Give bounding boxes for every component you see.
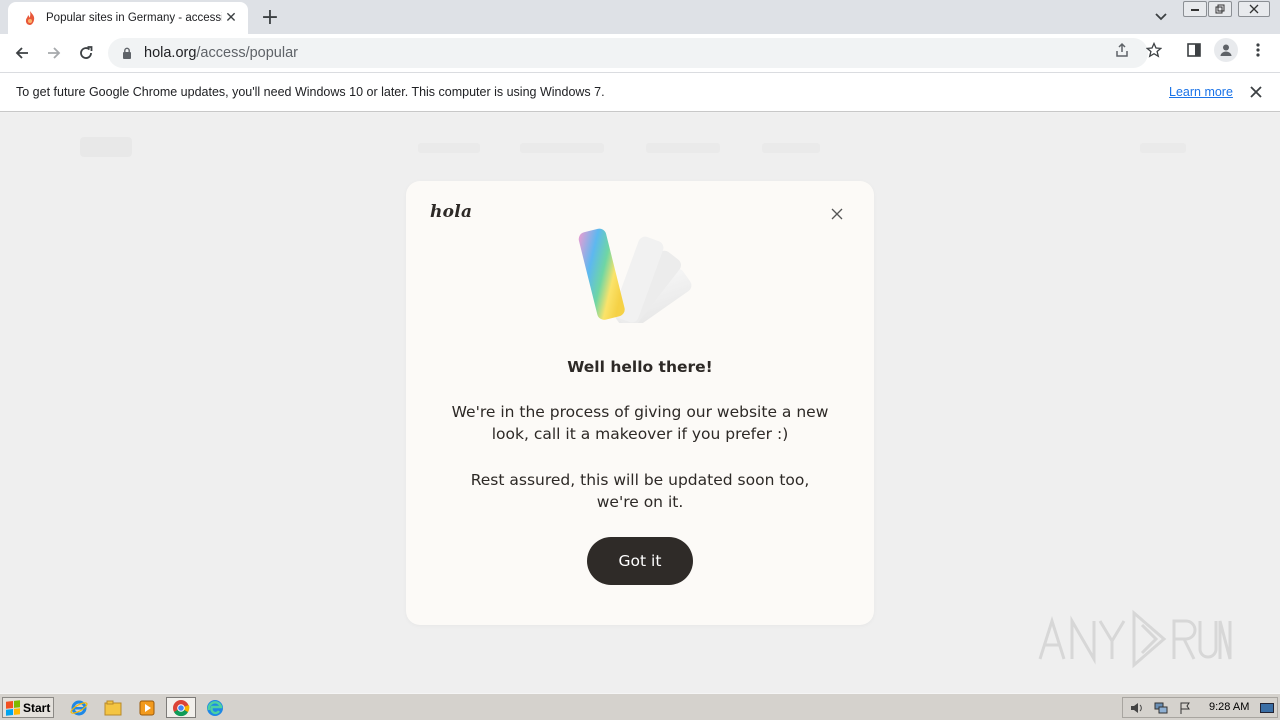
tab-search-chevron-icon[interactable] [1150, 7, 1172, 27]
chrome-taskbar-icon[interactable] [166, 697, 196, 718]
browser-toolbar: hola.org/access/popular [0, 34, 1280, 72]
tab-strip: Popular sites in Germany - accessible ✕ … [0, 0, 1280, 34]
side-panel-icon[interactable] [1185, 41, 1203, 59]
file-explorer-icon[interactable] [102, 697, 124, 718]
window-close-button[interactable] [1238, 1, 1270, 17]
start-button[interactable]: Start [2, 697, 54, 718]
browser-tab[interactable]: Popular sites in Germany - accessible ✕ [8, 2, 248, 34]
windows-taskbar: Start 9:28 AM [0, 693, 1280, 720]
share-icon[interactable] [1113, 41, 1131, 59]
back-arrow-icon[interactable] [7, 38, 37, 68]
hola-flame-icon [22, 10, 38, 26]
network-icon[interactable] [1153, 701, 1169, 715]
volume-icon[interactable] [1129, 701, 1145, 715]
new-tab-button[interactable]: + [258, 5, 282, 30]
action-center-flag-icon[interactable] [1177, 701, 1193, 715]
url-host: hola.org [144, 45, 197, 61]
media-player-icon[interactable] [136, 697, 158, 718]
address-bar[interactable]: hola.org/access/popular [108, 38, 1148, 68]
forward-arrow-icon[interactable] [39, 38, 69, 68]
site-nav-link-placeholder [646, 143, 720, 153]
site-header-faded [0, 113, 1280, 183]
lock-icon [120, 46, 134, 60]
minimize-button[interactable] [1183, 1, 1207, 17]
site-nav-link-placeholder [418, 143, 480, 153]
url-path: /access/popular [196, 45, 298, 61]
infobar-close-icon[interactable] [1248, 84, 1264, 100]
site-nav-link-placeholder [762, 143, 820, 153]
reload-icon[interactable] [71, 38, 101, 68]
restore-button[interactable] [1208, 1, 1232, 17]
bookmark-star-icon[interactable] [1145, 41, 1163, 59]
internet-explorer-icon[interactable] [68, 697, 90, 718]
modal-paragraph-2: Rest assured, this will be updated soon … [470, 471, 810, 511]
url-text: hola.org/access/popular [144, 45, 298, 61]
tab-close-icon[interactable]: ✕ [222, 9, 240, 27]
taskbar-clock[interactable]: 9:28 AM [1209, 701, 1249, 713]
system-tray: 9:28 AM [1122, 697, 1278, 718]
color-cards-illustration [576, 223, 706, 332]
welcome-modal: hola Well hello there! We're in the proc… [406, 181, 874, 625]
learn-more-link[interactable]: Learn more [1169, 85, 1233, 99]
edge-icon[interactable] [204, 697, 226, 718]
anyrun-watermark-logo [1036, 607, 1236, 671]
infobar-message: To get future Google Chrome updates, you… [16, 85, 605, 99]
start-label: Start [23, 700, 51, 715]
profile-avatar-icon[interactable] [1214, 38, 1238, 62]
show-desktop-icon[interactable] [1259, 701, 1275, 715]
hola-logo: hola [430, 202, 473, 222]
update-infobar: To get future Google Chrome updates, you… [0, 72, 1280, 112]
modal-paragraph-1: We're in the process of giving our websi… [451, 403, 829, 443]
modal-close-icon[interactable] [827, 204, 847, 224]
site-login-placeholder [1140, 143, 1186, 153]
site-logo-placeholder [80, 137, 132, 157]
got-it-button[interactable]: Got it [587, 537, 693, 585]
modal-heading: Well hello there! [567, 358, 713, 376]
tab-title: Popular sites in Germany - accessible [46, 12, 222, 24]
windows-flag-icon [6, 699, 20, 716]
site-nav-link-placeholder [520, 143, 604, 153]
page-content: hola Well hello there! We're in the proc… [0, 113, 1280, 693]
kebab-menu-icon[interactable] [1249, 41, 1267, 59]
